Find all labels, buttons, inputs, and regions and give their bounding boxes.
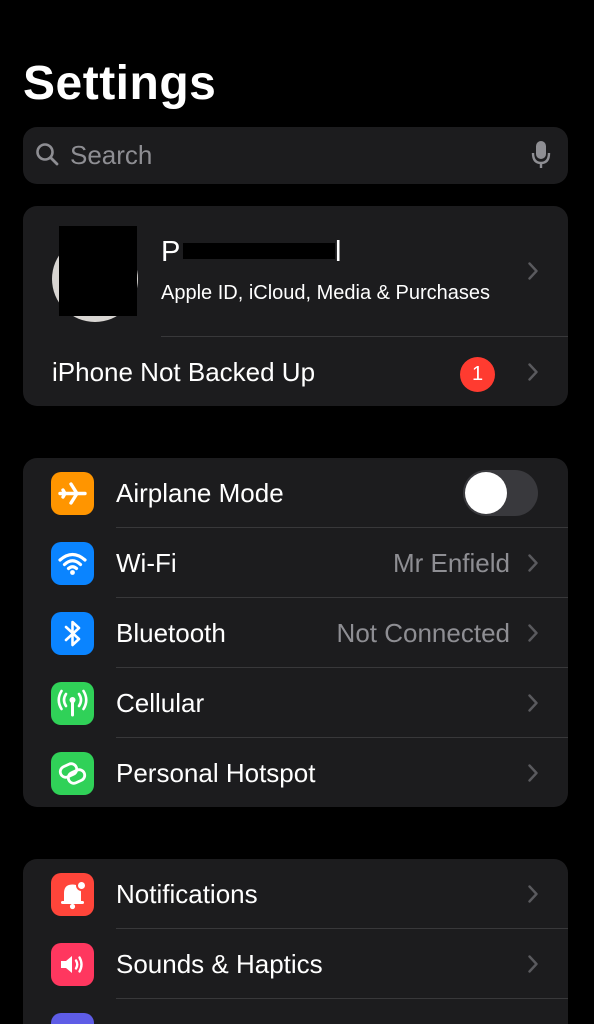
chevron-right-icon — [528, 363, 538, 381]
bluetooth-icon — [51, 612, 94, 655]
notification-bell-icon — [51, 873, 94, 916]
airplane-mode-row[interactable]: Airplane Mode — [23, 458, 568, 528]
chevron-right-icon — [528, 624, 538, 642]
backup-label: iPhone Not Backed Up — [52, 357, 316, 387]
notifications-row[interactable]: Notifications — [23, 859, 568, 929]
airplane-icon — [51, 472, 94, 515]
wifi-row[interactable]: Wi-Fi Mr Enfield — [23, 528, 568, 598]
avatar-redaction — [59, 226, 137, 316]
cellular-label: Cellular — [116, 688, 205, 718]
sounds-haptics-label: Sounds & Haptics — [116, 949, 323, 979]
profile-group: P l Apple ID, iCloud, Media & Purchases … — [23, 206, 568, 406]
search-input[interactable]: Search — [70, 140, 152, 171]
personal-hotspot-label: Personal Hotspot — [116, 758, 316, 788]
profile-name-suffix: l — [335, 236, 342, 268]
name-redaction — [183, 243, 335, 259]
cellular-row[interactable]: Cellular — [23, 668, 568, 738]
airplane-mode-label: Airplane Mode — [116, 478, 284, 508]
bluetooth-row[interactable]: Bluetooth Not Connected — [23, 598, 568, 668]
page-title: Settings — [23, 57, 217, 110]
profile-name: P — [161, 236, 181, 268]
notifications-label: Notifications — [116, 879, 258, 909]
backup-badge: 1 — [460, 357, 495, 392]
profile-subtitle: Apple ID, iCloud, Media & Purchases — [161, 282, 491, 304]
chevron-right-icon — [528, 694, 538, 712]
airplane-mode-toggle[interactable] — [463, 470, 538, 516]
wifi-network-value: Mr Enfield — [392, 548, 510, 578]
apple-id-row[interactable]: P l Apple ID, iCloud, Media & Purchases — [23, 206, 568, 336]
hotspot-link-icon — [51, 752, 94, 795]
chevron-right-icon — [528, 554, 538, 572]
connectivity-group: Airplane Mode Wi-Fi Mr Enfield Bluetooth — [23, 458, 568, 807]
speaker-icon — [51, 943, 94, 986]
search-icon — [36, 143, 59, 166]
wifi-icon — [51, 542, 94, 585]
bluetooth-status-value: Not Connected — [336, 618, 510, 648]
focus-row-partial[interactable] — [23, 999, 568, 1024]
bluetooth-label: Bluetooth — [116, 618, 226, 648]
chevron-right-icon — [528, 955, 538, 973]
moon-icon — [51, 1013, 94, 1024]
notifications-group: Notifications Sounds & Haptics — [23, 859, 568, 1024]
backup-row[interactable]: iPhone Not Backed Up 1 — [23, 337, 568, 406]
microphone-icon[interactable] — [530, 140, 552, 170]
sounds-haptics-row[interactable]: Sounds & Haptics — [23, 929, 568, 999]
search-bar[interactable]: Search — [23, 127, 568, 184]
chevron-right-icon — [528, 885, 538, 903]
chevron-right-icon — [528, 764, 538, 782]
wifi-label: Wi-Fi — [116, 548, 177, 578]
chevron-right-icon — [528, 262, 538, 280]
toggle-knob — [465, 472, 507, 514]
personal-hotspot-row[interactable]: Personal Hotspot — [23, 738, 568, 807]
cellular-antenna-icon — [51, 682, 94, 725]
